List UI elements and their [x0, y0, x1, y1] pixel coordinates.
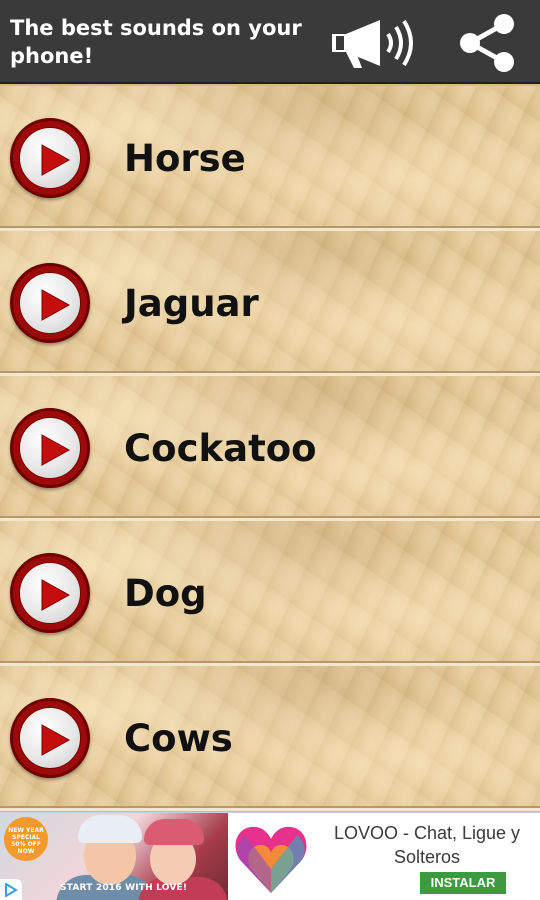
- sound-row-horse[interactable]: Horse: [0, 86, 540, 231]
- play-icon: [41, 724, 70, 756]
- ad-person-hat: [78, 815, 142, 843]
- play-icon: [41, 434, 70, 466]
- sound-label: Cows: [124, 717, 233, 760]
- ad-promo-badge: NEW YEAR SPECIAL 50% OFF NOW: [4, 817, 48, 861]
- install-button[interactable]: INSTALAR: [420, 872, 506, 894]
- play-button[interactable]: [10, 408, 90, 488]
- play-button-face: [19, 707, 81, 769]
- play-icon: [41, 289, 70, 321]
- lovoo-app-icon[interactable]: [229, 817, 313, 899]
- ad-choices-icon[interactable]: [0, 879, 22, 900]
- sound-label: Jaguar: [124, 282, 259, 325]
- play-icon: [41, 144, 70, 176]
- play-button[interactable]: [10, 263, 90, 343]
- sound-row-cows[interactable]: Cows: [0, 666, 540, 811]
- megaphone-icon[interactable]: [326, 14, 414, 72]
- app-title: The best sounds on your phone!: [10, 16, 302, 68]
- sound-label: Horse: [124, 137, 246, 180]
- sound-row-dog[interactable]: Dog: [0, 521, 540, 666]
- play-button[interactable]: [10, 553, 90, 633]
- play-button-face: [19, 272, 81, 334]
- play-button[interactable]: [10, 698, 90, 778]
- app-header: The best sounds on your phone!: [0, 0, 540, 84]
- play-button-face: [19, 417, 81, 479]
- sound-label: Dog: [124, 572, 207, 615]
- sound-row-cockatoo[interactable]: Cockatoo: [0, 376, 540, 521]
- sound-label: Cockatoo: [124, 427, 317, 470]
- ad-person-hat: [144, 819, 204, 845]
- sound-row-jaguar[interactable]: Jaguar: [0, 231, 540, 376]
- ad-app-title[interactable]: LOVOO - Chat, Ligue y Solteros: [316, 821, 538, 869]
- ad-tagline: START 2016 WITH LOVE!: [60, 883, 188, 893]
- ad-banner[interactable]: NEW YEAR SPECIAL 50% OFF NOW START 2016 …: [0, 812, 540, 900]
- play-icon: [41, 579, 70, 611]
- play-button-face: [19, 562, 81, 624]
- sound-list: Horse Jaguar Cockatoo Dog Cows: [0, 86, 540, 812]
- play-button[interactable]: [10, 118, 90, 198]
- play-button-face: [19, 127, 81, 189]
- share-icon[interactable]: [456, 14, 520, 72]
- ad-photo[interactable]: NEW YEAR SPECIAL 50% OFF NOW START 2016 …: [0, 813, 228, 900]
